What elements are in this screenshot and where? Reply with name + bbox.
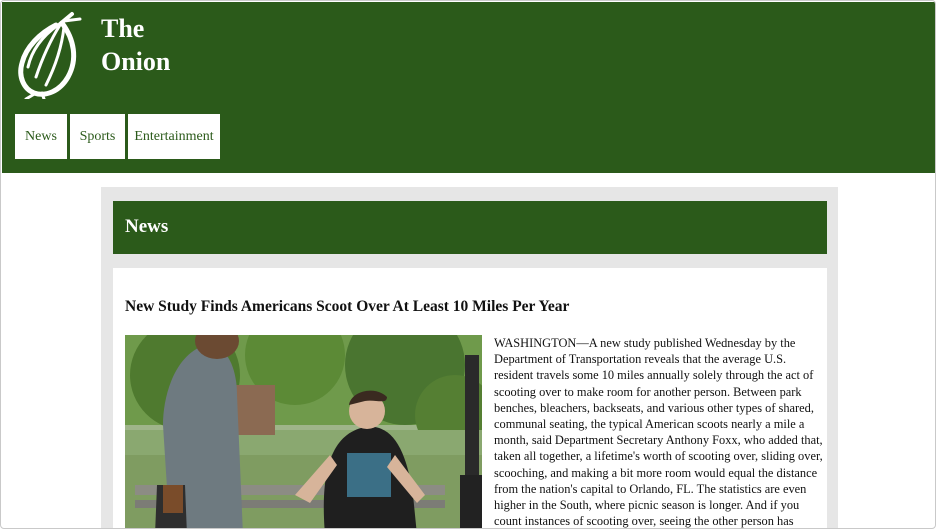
- site-title[interactable]: The Onion: [101, 12, 221, 78]
- article-card: New Study Finds Americans Scoot Over At …: [113, 268, 827, 529]
- article-headline[interactable]: New Study Finds Americans Scoot Over At …: [125, 298, 569, 316]
- browser-frame: The Onion News Sports Entertainment News…: [0, 0, 936, 529]
- article-photo[interactable]: [125, 335, 482, 529]
- article-body: WASHINGTON—A new study published Wednesd…: [494, 336, 823, 529]
- site-header: The Onion News Sports Entertainment: [2, 2, 935, 173]
- section-header: News: [113, 201, 827, 254]
- site-title-line2: Onion: [101, 47, 171, 76]
- main-nav: News Sports Entertainment: [15, 114, 220, 159]
- nav-item-entertainment[interactable]: Entertainment: [128, 114, 220, 159]
- nav-item-sports[interactable]: Sports: [70, 114, 125, 159]
- main-content: News New Study Finds Americans Scoot Ove…: [101, 187, 838, 529]
- site-title-line1: The: [101, 14, 145, 43]
- section-title: News: [125, 216, 169, 237]
- nav-item-news[interactable]: News: [15, 114, 67, 159]
- onion-logo-icon[interactable]: [16, 11, 86, 99]
